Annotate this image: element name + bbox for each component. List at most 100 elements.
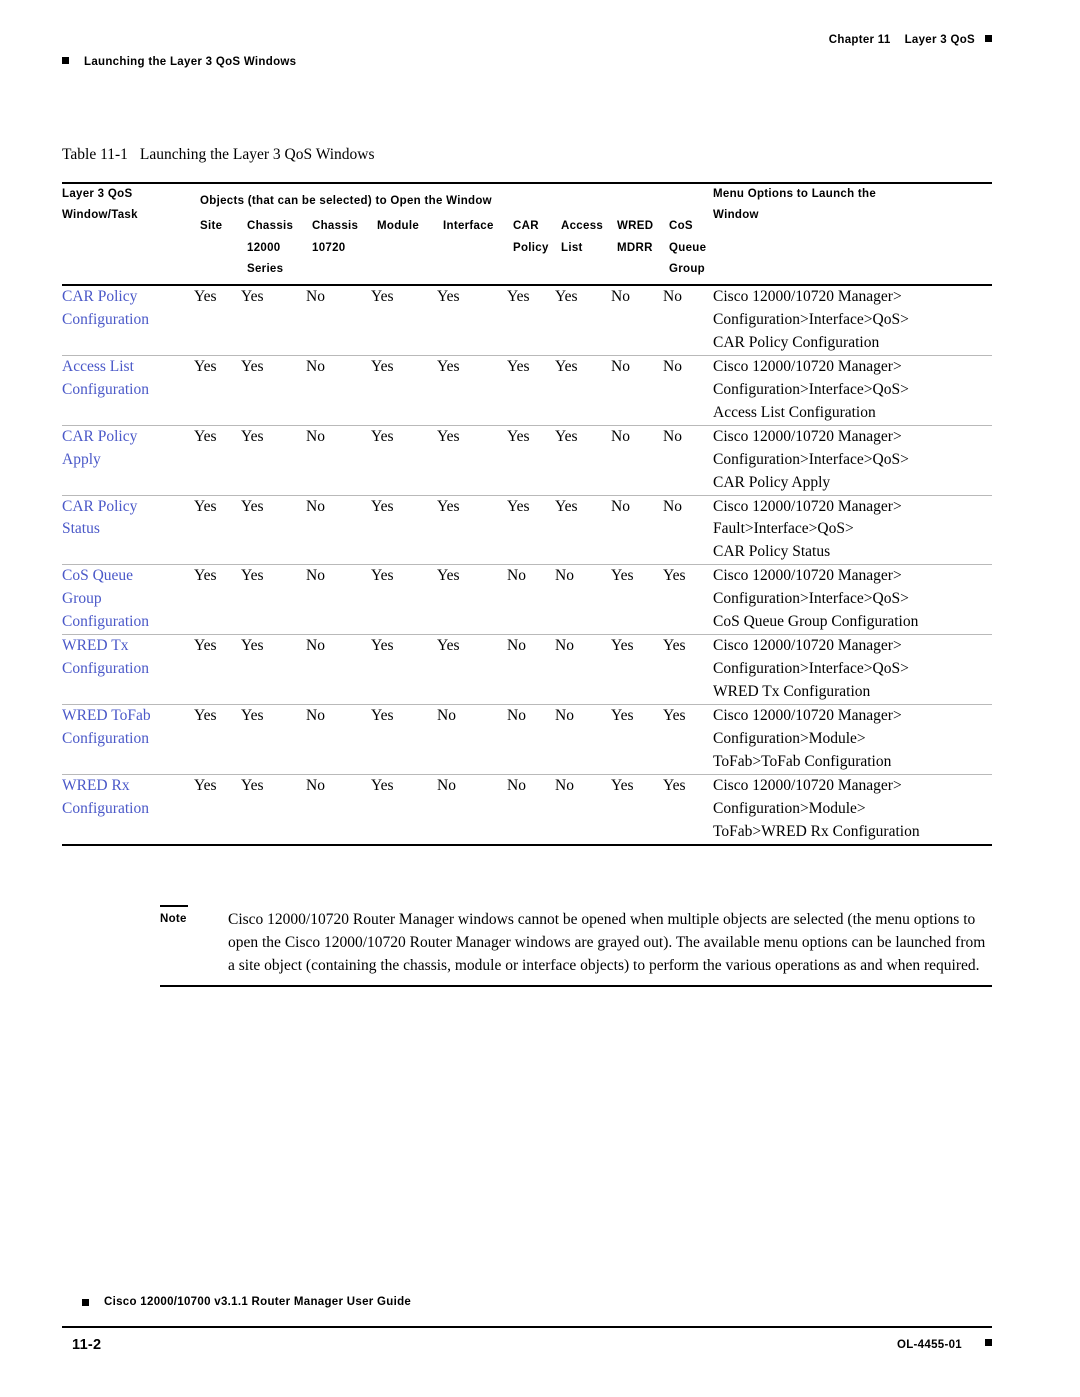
- table-row-task-link[interactable]: CAR Policy Apply: [62, 425, 194, 496]
- menu-line-3: ToFab>ToFab Configuration: [713, 752, 892, 770]
- table-cell-value-3: No: [306, 495, 371, 566]
- page-header: Chapter 11 Layer 3 QoS Launching the Laye…: [62, 34, 992, 68]
- menu-line-3: ToFab>WRED Rx Configuration: [713, 822, 920, 840]
- header-subcol-2-line3: Series: [247, 262, 284, 275]
- table-cell-value-7: Yes: [555, 495, 611, 566]
- menu-line-2: Configuration>Interface>QoS>: [713, 590, 909, 608]
- header-subcol-9-line3: Group: [669, 262, 705, 275]
- header-subcol-2-line1: Chassis: [247, 220, 294, 233]
- header-subcol-8-line2: MDRR: [617, 241, 653, 254]
- table-cell-value-8: No: [611, 495, 663, 566]
- table-cell-value-6: No: [507, 564, 555, 636]
- header-running-head: Launching the Layer 3 QoS Windows: [62, 56, 296, 68]
- header-subcolumn-table: Site Chassis 12000 Series Chassis 10720 Module…: [194, 214, 713, 284]
- table-cell-value-2: Yes: [241, 495, 306, 566]
- menu-line-3: WRED Tx Configuration: [713, 683, 871, 700]
- table-cell-value-4: Yes: [371, 564, 437, 636]
- table-cell-menu-path: Cisco 12000/10720 Manager> Configuration>…: [713, 774, 993, 846]
- task-line-1: CAR Policy: [62, 497, 138, 515]
- table-row: CAR Policy Configuration Yes Yes No Yes Yes Yes…: [62, 285, 993, 356]
- task-line-1: WRED ToFab: [62, 706, 151, 724]
- table-cell-value-4: Yes: [371, 425, 437, 496]
- table-cell-value-8: Yes: [611, 634, 663, 705]
- table-row-task-link[interactable]: Access List Configuration: [62, 355, 194, 426]
- task-line-1: WRED Rx: [62, 776, 130, 794]
- table-header-row: Layer 3 QoS Window/Task Objects (that can …: [62, 181, 993, 287]
- table-cell-value-1: Yes: [194, 425, 241, 496]
- table-cell-value-6: Yes: [507, 285, 555, 356]
- table-cell-value-3: No: [306, 564, 371, 636]
- menu-line-2: Configuration>Module>: [713, 799, 866, 817]
- menu-line-3: Access List Configuration: [713, 403, 876, 421]
- table-row-task-link[interactable]: WRED Rx Configuration: [62, 774, 194, 846]
- menu-line-1: Cisco 12000/10720 Manager>: [713, 497, 902, 515]
- header-square-marker: [985, 35, 992, 42]
- table-cell-value-3: No: [306, 634, 371, 705]
- header-subcol-8-line1: WRED: [617, 220, 654, 233]
- menu-line-2: Configuration>Interface>QoS>: [713, 380, 909, 398]
- header-subcol-8: WRED MDRR: [611, 214, 663, 284]
- table-cell-value-4: Yes: [371, 495, 437, 566]
- header-running-head-text: Launching the Layer 3 QoS Windows: [84, 56, 297, 68]
- document-page: Chapter 11 Layer 3 QoS Launching the Laye…: [0, 0, 1080, 1397]
- table-row-task-link[interactable]: CoS Queue Group Configuration: [62, 564, 194, 636]
- table-row-task-link[interactable]: WRED Tx Configuration: [62, 634, 194, 705]
- header-subcol-3-line1: Chassis: [312, 220, 359, 233]
- table-cell-value-3: No: [306, 774, 371, 846]
- task-line-2: Configuration: [62, 660, 149, 678]
- header-task-line2: Window/Task: [62, 209, 138, 222]
- header-subcol-7-line1: Access: [561, 220, 604, 233]
- table-cell-value-1: Yes: [194, 355, 241, 426]
- note-block: Note Cisco 12000/10720 Router Manager wi…: [160, 905, 992, 988]
- table-cell-value-4: Yes: [371, 355, 437, 426]
- table-row: WRED Tx Configuration Yes Yes No Yes Yes No No Ye…: [62, 634, 993, 705]
- table-cell-value-6: No: [507, 634, 555, 705]
- table-row-task-link[interactable]: CAR Policy Configuration: [62, 285, 194, 356]
- table-row-task-link[interactable]: WRED ToFab Configuration: [62, 704, 194, 775]
- table-cell-value-7: Yes: [555, 285, 611, 356]
- table-cell-value-5: Yes: [437, 285, 507, 356]
- table-cell-menu-path: Cisco 12000/10720 Manager> Configuration>…: [713, 564, 993, 636]
- table-cell-value-8: No: [611, 425, 663, 496]
- header-subcol-2: Chassis 12000 Series: [241, 214, 306, 284]
- table-cell-value-7: No: [555, 564, 611, 636]
- table-cell-value-2: Yes: [241, 634, 306, 705]
- table-cell-value-6: Yes: [507, 495, 555, 566]
- footer-page-number: 11-2: [72, 1337, 102, 1353]
- table-cell-value-6: No: [507, 704, 555, 775]
- table-caption: Table 11-1 Launching the Layer 3 QoS Wind…: [62, 146, 374, 164]
- header-subcol-6-line2: Policy: [513, 241, 549, 254]
- table-cell-value-4: Yes: [371, 634, 437, 705]
- page-footer: Cisco 12000/10700 v3.1.1 Router Manager …: [62, 1296, 992, 1353]
- header-cell-objects-group: Objects (that can be selected) to Open t…: [194, 181, 714, 287]
- footer-rule: 11-2 OL-4455-01: [62, 1326, 992, 1353]
- table-cell-value-9: No: [663, 495, 714, 566]
- table-cell-value-5: Yes: [437, 634, 507, 705]
- table-cell-value-5: Yes: [437, 564, 507, 636]
- menu-line-2: Fault>Interface>QoS>: [713, 520, 854, 538]
- table-row-task-link[interactable]: CAR Policy Status: [62, 495, 194, 566]
- table-cell-value-6: No: [507, 774, 555, 846]
- table-cell-value-8: Yes: [611, 774, 663, 846]
- header-chapter-label: Chapter 11: [828, 34, 891, 46]
- table-cell-value-5: Yes: [437, 355, 507, 426]
- header-subcol-9-line1: CoS: [669, 220, 693, 233]
- task-line-1: Access List: [62, 357, 134, 375]
- header-subcol-2-line2: 12000: [247, 241, 281, 254]
- table-row: CoS Queue Group Configuration Yes Yes No Yes Ye…: [62, 564, 993, 636]
- table-cell-value-9: No: [663, 285, 714, 356]
- table-cell-value-1: Yes: [194, 564, 241, 636]
- menu-line-2: Configuration>Interface>QoS>: [713, 660, 909, 678]
- table-cell-value-7: Yes: [555, 425, 611, 496]
- table-cell-value-8: Yes: [611, 564, 663, 636]
- table-cell-menu-path: Cisco 12000/10720 Manager> Configuration>…: [713, 425, 993, 496]
- header-square-marker-left: [62, 57, 69, 64]
- menu-line-3: CoS Queue Group Configuration: [713, 613, 919, 631]
- header-subcol-6-line1: CAR: [513, 220, 539, 233]
- table-row: Access List Configuration Yes Yes No Yes Yes Ye…: [62, 355, 993, 426]
- task-line-1: WRED Tx: [62, 637, 129, 655]
- table-cell-value-5: No: [437, 774, 507, 846]
- header-task-line1: Layer 3 QoS: [62, 188, 133, 200]
- header-menu-line2: Window: [713, 209, 759, 222]
- menu-line-2: Configuration>Module>: [713, 729, 866, 747]
